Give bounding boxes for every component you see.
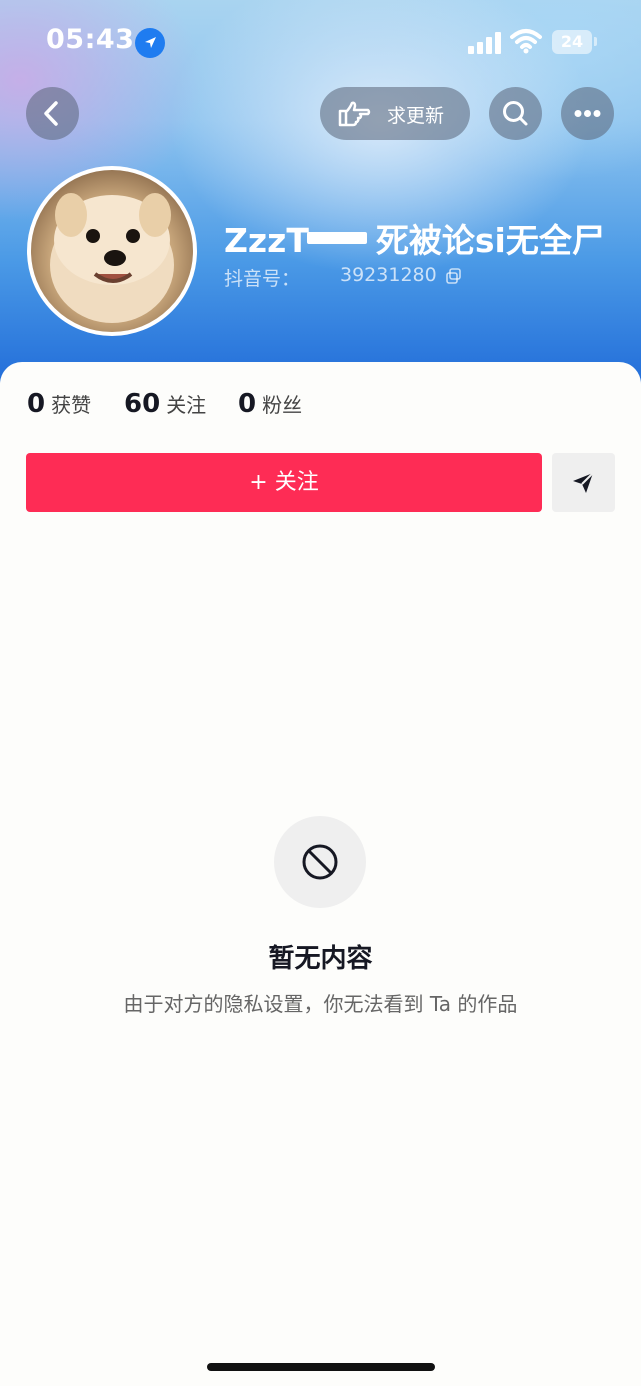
dog-avatar-image xyxy=(50,193,174,323)
wifi-icon xyxy=(510,28,542,54)
home-indicator[interactable] xyxy=(207,1363,435,1371)
battery-icon: 24 xyxy=(552,30,592,54)
status-time: 05:43 xyxy=(46,24,135,55)
empty-state-title: 暂无内容 xyxy=(268,944,373,974)
battery-tip xyxy=(594,37,597,46)
empty-state-description: 由于对方的隐私设置，你无法看到 Ta 的作品 xyxy=(123,992,518,1016)
username-suffix: 死被论si无全尸 xyxy=(375,221,605,260)
stat-followers-value: 0 xyxy=(238,389,257,419)
stat-following[interactable]: 60 关注 xyxy=(124,389,206,419)
stat-following-value: 60 xyxy=(124,389,161,419)
stat-likes[interactable]: 0 获赞 xyxy=(27,389,91,419)
location-arrow-icon xyxy=(135,28,165,58)
avatar[interactable] xyxy=(27,166,197,336)
profile-username: ZzzT 死被论si无全尸 xyxy=(224,214,605,262)
request-update-label: 求更新 xyxy=(387,105,445,127)
redaction-mark xyxy=(307,232,367,244)
request-update-button[interactable]: 求更新 xyxy=(320,87,470,140)
chevron-left-icon xyxy=(44,101,58,126)
send-icon xyxy=(573,472,594,493)
douyin-id-label: 抖音号： xyxy=(224,268,301,290)
username-prefix: ZzzT xyxy=(224,221,309,260)
search-button[interactable] xyxy=(489,87,542,140)
follow-button[interactable]: + 关注 xyxy=(26,453,542,512)
pointing-hand-icon xyxy=(338,101,371,127)
stat-followers[interactable]: 0 粉丝 xyxy=(238,389,302,419)
copy-icon[interactable] xyxy=(446,268,462,288)
stat-following-label: 关注 xyxy=(166,393,207,417)
more-button[interactable] xyxy=(561,87,614,140)
status-bar: 05:43 24 xyxy=(0,0,641,86)
search-icon xyxy=(503,101,528,126)
douyin-id-value: 39231280 xyxy=(340,264,437,286)
send-message-button[interactable] xyxy=(552,453,615,512)
stat-likes-value: 0 xyxy=(27,389,46,419)
prohibited-icon xyxy=(274,816,366,908)
more-dots-icon xyxy=(574,110,601,117)
stat-likes-label: 获赞 xyxy=(51,393,92,417)
stat-followers-label: 粉丝 xyxy=(262,393,303,417)
signal-icon xyxy=(468,32,502,54)
back-button[interactable] xyxy=(26,87,79,140)
